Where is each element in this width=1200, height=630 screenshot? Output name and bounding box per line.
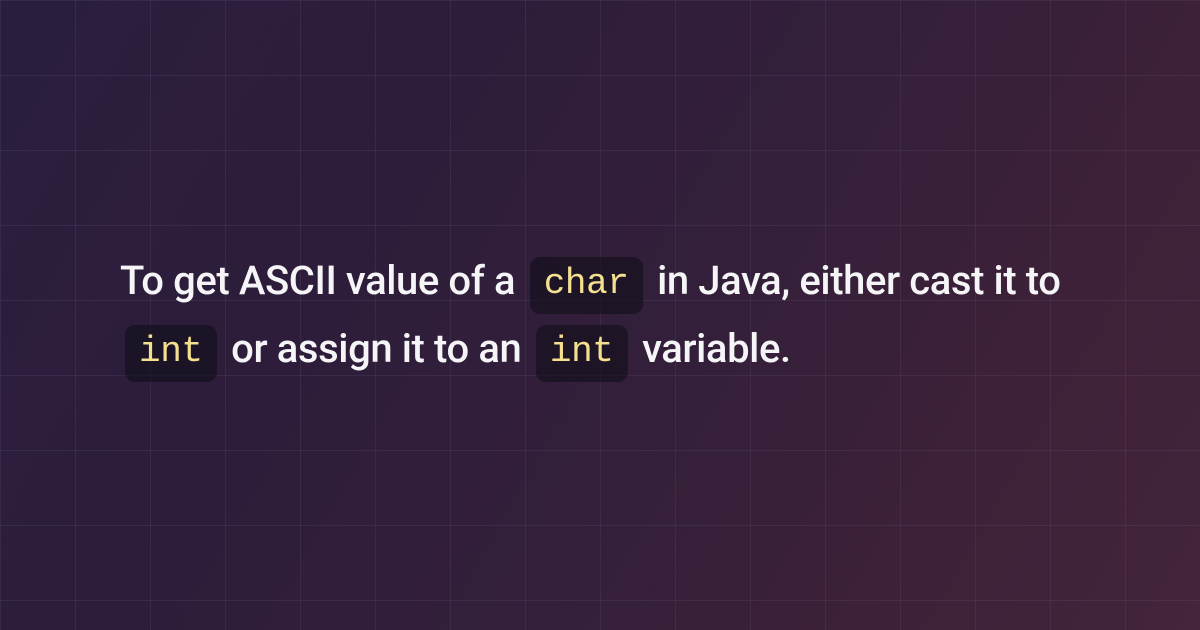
content-text: To get ASCII value of a char in Java, ei… <box>120 247 1080 383</box>
text-segment: or assign it to an <box>231 325 531 372</box>
text-segment: in Java, either cast it to <box>657 257 1060 304</box>
code-int: int <box>125 325 217 382</box>
code-char: char <box>530 257 643 314</box>
text-segment: To get ASCII value of a <box>120 257 525 304</box>
code-int: int <box>536 325 628 382</box>
text-segment: variable. <box>642 325 791 372</box>
